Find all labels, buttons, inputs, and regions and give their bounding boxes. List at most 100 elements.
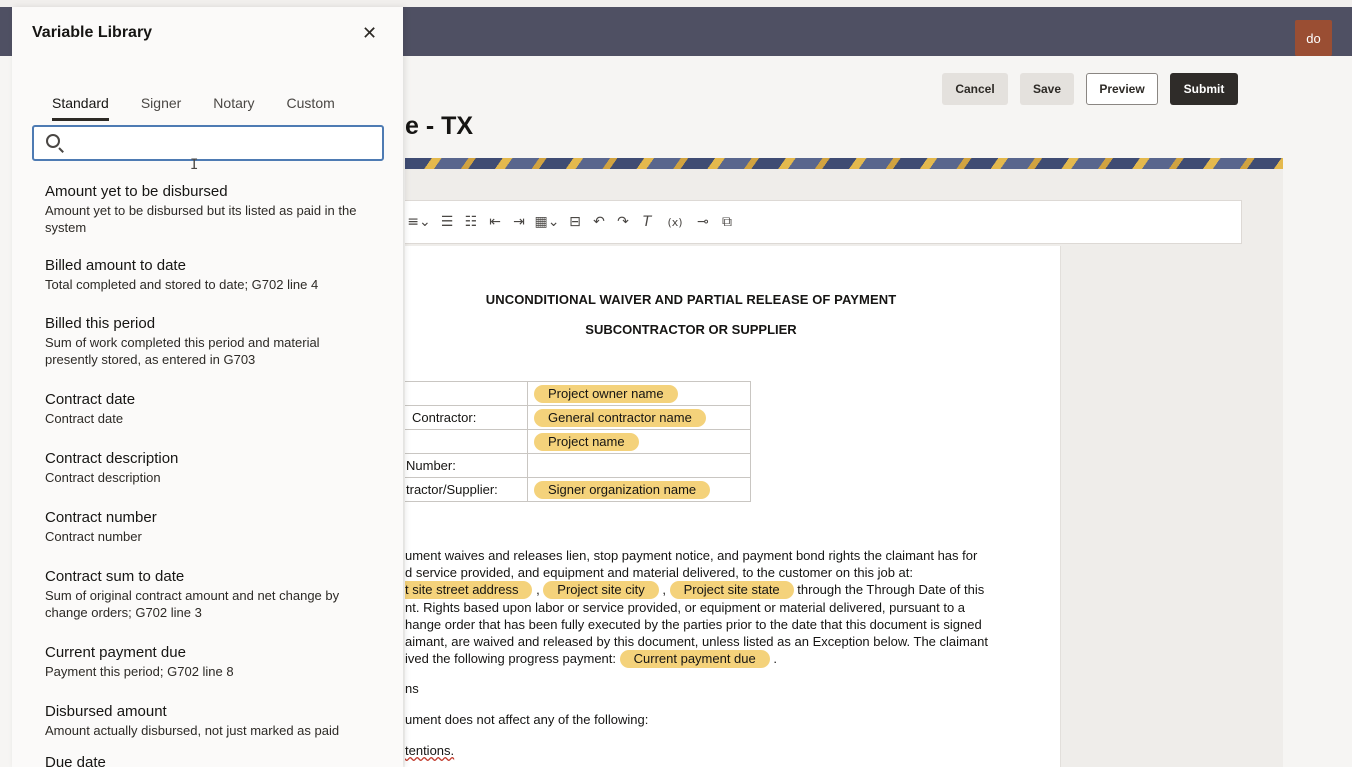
paragraph-line: hange order that has been fully executed… — [405, 616, 982, 632]
list-item[interactable]: Current payment due Payment this period;… — [45, 644, 375, 703]
paragraph-line: t site street address , Project site cit… — [405, 581, 1045, 600]
template-banner — [405, 158, 1283, 169]
indent-icon[interactable]: ⇥ — [509, 214, 529, 230]
document-page[interactable]: UNCONDITIONAL WAIVER AND PARTIAL RELEASE… — [405, 246, 1061, 767]
variable-chip[interactable]: Signer organization name — [534, 480, 711, 499]
list-item[interactable]: Contract date Contract date — [45, 391, 375, 450]
tab-standard[interactable]: Standard — [52, 95, 109, 121]
save-button[interactable]: Save — [1020, 73, 1074, 105]
list-item[interactable]: Billed amount to date Total completed an… — [45, 257, 375, 315]
variable-description: Total completed and stored to date; G702… — [45, 277, 319, 292]
table-row: Project name — [405, 429, 751, 454]
variable-name: Amount yet to be disbursed — [45, 183, 228, 200]
list-item[interactable]: Contract number Contract number — [45, 509, 375, 568]
variable-description: Contract description — [45, 470, 161, 485]
table-row: Project owner name — [405, 381, 751, 406]
table-value-cell: General contractor name — [527, 405, 751, 430]
paragraph-text: . — [769, 651, 777, 667]
text-cursor-icon: I — [190, 157, 199, 173]
variable-description: Payment this period; G702 line 8 — [45, 664, 234, 679]
list-bulleted-icon[interactable]: ☰ — [437, 214, 457, 230]
list-item[interactable]: Due date — [45, 754, 375, 767]
variable-name: Current payment due — [45, 644, 186, 661]
table-value-cell: Project name — [527, 429, 751, 454]
variable-description: Sum of work completed this period and ma… — [45, 335, 320, 367]
variable-name: Contract date — [45, 391, 136, 408]
search-field[interactable] — [32, 125, 384, 161]
align-icon[interactable]: ≡⌄ — [405, 214, 433, 230]
list-item[interactable]: Billed this period Sum of work completed… — [45, 315, 375, 391]
intentions-text: tentions. — [405, 743, 455, 758]
variable-tabs: Standard Signer Notary Custom — [52, 95, 367, 121]
table-label-cell — [405, 381, 528, 406]
copy-icon[interactable]: ⧉ — [717, 214, 737, 230]
list-item[interactable]: Disbursed amount Amount actually disburs… — [45, 703, 375, 754]
list-item[interactable]: Contract description Contract descriptio… — [45, 450, 375, 509]
signature-icon[interactable]: ⊸ — [693, 214, 713, 230]
redo-icon[interactable]: ↷ — [613, 214, 633, 230]
variable-chip[interactable]: Project site state — [669, 581, 794, 600]
variable-icon[interactable]: (x) — [661, 216, 689, 229]
variable-library-panel: Variable Library ✕ Standard Signer Notar… — [12, 7, 403, 767]
tab-notary[interactable]: Notary — [213, 95, 254, 121]
page-title: e - TX — [405, 112, 474, 140]
list-item[interactable]: Contract sum to date Sum of original con… — [45, 568, 375, 644]
table-value-cell — [527, 453, 751, 478]
editor-toolbar: ≡⌄ ☰ ☷ ⇤ ⇥ ▦⌄ ⊟ ↶ ↷ T (x) ⊸ ⧉ — [405, 200, 1242, 244]
variable-name: Contract description — [45, 450, 179, 467]
preview-button[interactable]: Preview — [1086, 73, 1158, 105]
separator: , — [658, 582, 670, 598]
variable-chip[interactable]: Project owner name — [534, 384, 678, 403]
variable-description: Contract date — [45, 411, 124, 426]
list-item[interactable]: Amount yet to be disbursed Amount yet to… — [45, 183, 375, 257]
submit-button[interactable]: Submit — [1170, 73, 1238, 105]
cancel-button[interactable]: Cancel — [942, 73, 1008, 105]
table-row: tractor/Supplier: Signer organization na… — [405, 477, 751, 502]
variable-chip[interactable]: Project site city — [543, 581, 659, 600]
table-label-cell: Number: — [405, 453, 528, 478]
variable-name: Billed this period — [45, 315, 156, 332]
variable-chip[interactable]: Current payment due — [619, 650, 770, 669]
paragraph-line: ument waives and releases lien, stop pay… — [405, 548, 978, 563]
project-info-table: Project owner name Contractor: General c… — [405, 381, 751, 502]
not-affect-text: ument does not affect any of the followi… — [405, 712, 649, 727]
table-icon[interactable]: ▦⌄ — [533, 214, 561, 230]
exceptions-heading: ns — [405, 681, 419, 696]
variable-name: Disbursed amount — [45, 703, 167, 720]
variable-description: Sum of original contract amount and net … — [45, 588, 340, 620]
table-value-cell: Project owner name — [527, 381, 751, 406]
table-row: Number: — [405, 453, 751, 478]
variable-name: Contract number — [45, 509, 157, 526]
paragraph-line: d service provided, and equipment and ma… — [405, 565, 914, 581]
action-buttons: Cancel Save Preview Submit — [942, 73, 1238, 105]
variable-name: Contract sum to date — [45, 568, 185, 585]
outdent-icon[interactable]: ⇤ — [485, 214, 505, 230]
paragraph-line: ived the following progress payment: Cur… — [405, 650, 1045, 669]
search-input[interactable] — [72, 132, 372, 154]
variable-name: Billed amount to date — [45, 257, 186, 274]
undo-icon[interactable]: ↶ — [589, 214, 609, 230]
variable-description: Amount yet to be disbursed but its liste… — [45, 203, 357, 235]
waiver-paragraph: ument waives and releases lien, stop pay… — [405, 547, 1045, 669]
paragraph-text: ived the following progress payment: — [405, 651, 620, 667]
close-icon[interactable]: ✕ — [362, 23, 377, 44]
variable-chip[interactable]: t site street address — [405, 581, 533, 600]
separator: , — [532, 582, 544, 598]
variable-chip[interactable]: General contractor name — [534, 408, 706, 427]
tab-custom[interactable]: Custom — [287, 95, 335, 121]
paragraph-text: through the Through Date of this — [793, 582, 985, 598]
table-label-cell: tractor/Supplier: — [405, 477, 528, 502]
clear-format-icon[interactable]: T — [637, 214, 657, 230]
variable-chip[interactable]: Project name — [534, 432, 639, 451]
document-subtitle: SUBCONTRACTOR OR SUPPLIER — [585, 322, 797, 337]
search-icon — [46, 134, 60, 148]
table-label-cell: Contractor: — [405, 405, 528, 430]
paragraph-line: nt. Rights based upon labor or service p… — [405, 599, 966, 615]
list-numbered-icon[interactable]: ☷ — [461, 214, 481, 230]
page-break-icon[interactable]: ⊟ — [565, 214, 585, 230]
table-value-cell: Signer organization name — [527, 477, 751, 502]
avatar[interactable]: do — [1295, 20, 1332, 56]
tab-signer[interactable]: Signer — [141, 95, 181, 121]
variable-description: Contract number — [45, 529, 142, 544]
table-row: Contractor: General contractor name — [405, 405, 751, 430]
